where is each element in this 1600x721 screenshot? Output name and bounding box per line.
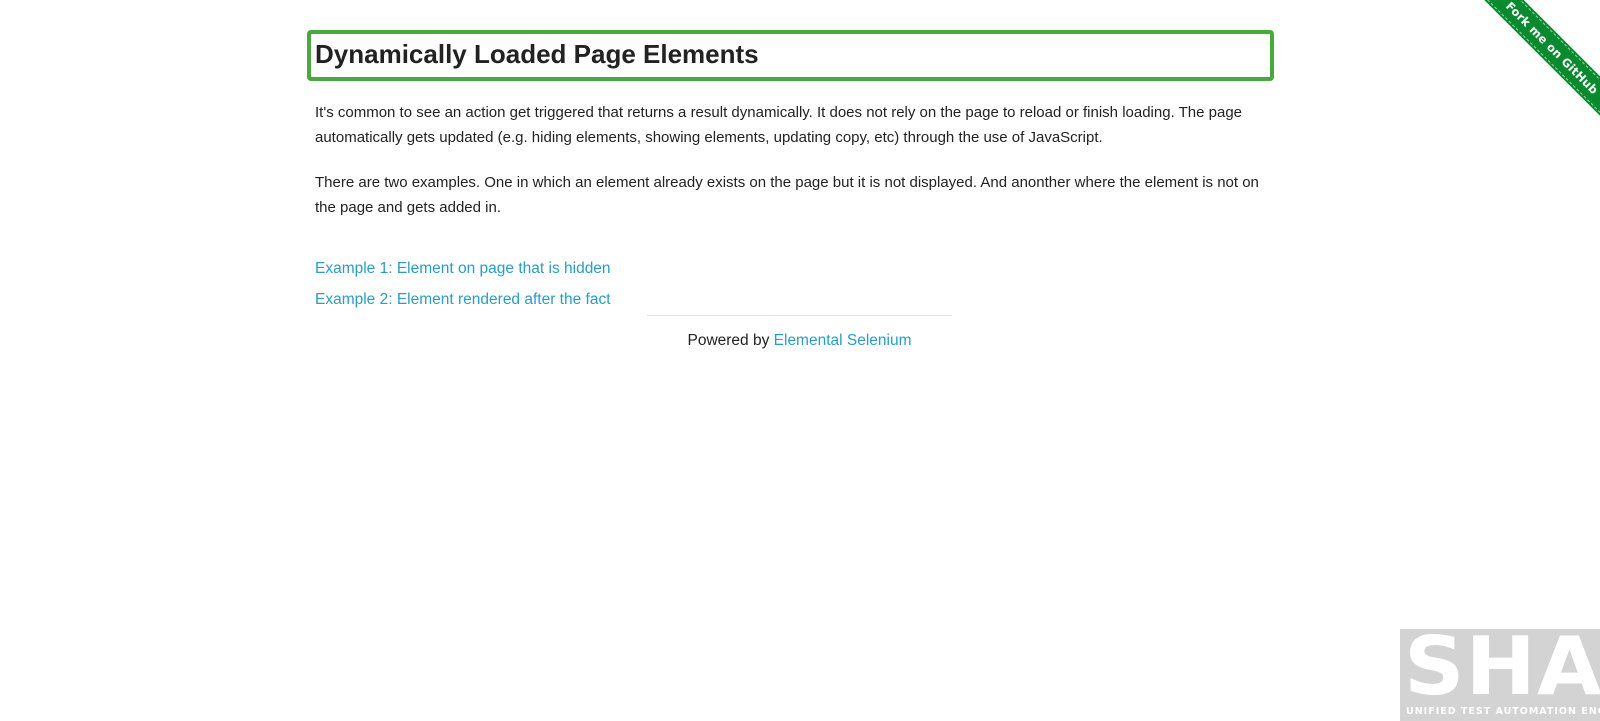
- main-content: Dynamically Loaded Page Elements It's co…: [307, 28, 1275, 315]
- example-links: Example 1: Element on page that is hidde…: [315, 253, 1275, 315]
- page-title: Dynamically Loaded Page Elements: [315, 39, 759, 69]
- page: Dynamically Loaded Page Elements It's co…: [0, 0, 1600, 721]
- intro-paragraph: It's common to see an action get trigger…: [315, 104, 1243, 146]
- examples-paragraph: There are two examples. One in which an …: [315, 174, 1259, 216]
- github-ribbon: Fork me on GitHub: [1472, 0, 1600, 128]
- example-2-link[interactable]: Example 2: Element rendered after the fa…: [315, 284, 1275, 315]
- shaft-logo-word: SHAFT: [1404, 629, 1600, 713]
- fork-on-github-link[interactable]: Fork me on GitHub: [1503, 0, 1600, 97]
- example-1-link[interactable]: Example 1: Element on page that is hidde…: [315, 253, 1275, 284]
- footer-prefix: Powered by: [687, 332, 770, 349]
- page-footer: Powered by Elemental Selenium: [647, 315, 952, 350]
- footer-credit: Powered by Elemental Selenium: [647, 332, 952, 350]
- shaft-logo-tagline: UNIFIED TEST AUTOMATION ENGINE: [1406, 706, 1600, 717]
- shaft-logo: SHAFT UNIFIED TEST AUTOMATION ENGINE: [1400, 629, 1600, 721]
- footer-divider: [647, 315, 952, 316]
- elemental-selenium-link[interactable]: Elemental Selenium: [774, 332, 912, 349]
- github-ribbon-container: Fork me on GitHub: [1450, 0, 1600, 150]
